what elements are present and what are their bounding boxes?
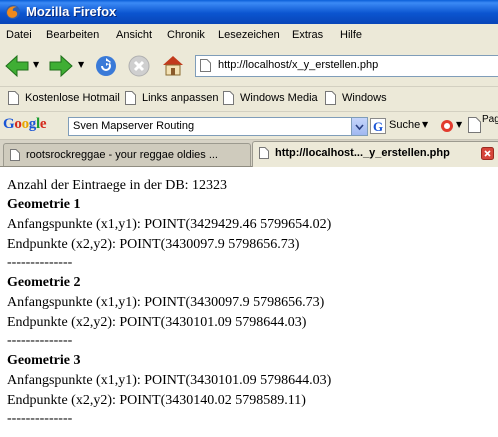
separator-text: -------------- <box>7 411 73 426</box>
chevron-down-icon[interactable] <box>351 118 367 135</box>
window-title: Mozilla Firefox <box>26 4 117 19</box>
page-icon <box>259 147 269 159</box>
menu-bookmarks[interactable]: Lesezeichen <box>218 29 280 41</box>
tab-bar: rootsrockreggae - your reggae oldies ...… <box>0 140 498 167</box>
geometry-end-point: Endpunkte (x2,y2): POINT(3430097.9 57986… <box>7 237 300 252</box>
svg-text:G: G <box>373 119 383 134</box>
separator-text: -------------- <box>7 255 73 270</box>
navigation-toolbar: ▼ ▼ <box>0 46 498 87</box>
geometry-start-point: Anfangspunkte (x1,y1): POINT(3429429.46 … <box>7 217 332 232</box>
bookmark-links-anpassen[interactable]: Links anpassen <box>125 91 219 107</box>
page-icon <box>223 91 234 105</box>
firefox-icon <box>6 5 20 19</box>
google-logo-letter: g <box>28 116 37 132</box>
geometry-start-point: Anfangspunkte (x1,y1): POINT(3430097.9 5… <box>7 295 325 310</box>
geometry-end-point: Endpunkte (x2,y2): POINT(3430101.09 5798… <box>7 315 307 330</box>
google-search-g-icon[interactable]: G <box>370 118 386 134</box>
reload-button[interactable] <box>94 54 118 78</box>
menu-view[interactable]: Ansicht <box>116 29 152 41</box>
bookmark-label: Windows <box>342 92 387 104</box>
google-toolbar: Google Sven Mapserver Routing G Suche ▼ … <box>0 112 498 140</box>
back-history-dropdown-icon[interactable]: ▼ <box>33 60 39 69</box>
stop-button[interactable] <box>127 54 151 78</box>
google-logo[interactable]: Google <box>3 116 47 133</box>
page-icon <box>10 149 20 161</box>
google-search-button[interactable]: Suche <box>389 119 420 131</box>
tab-rootsrockreggae[interactable]: rootsrockreggae - your reggae oldies ... <box>3 143 251 166</box>
bookmark-windows-media[interactable]: Windows Media <box>223 91 321 107</box>
page-icon <box>200 59 211 72</box>
google-search-field[interactable]: Sven Mapserver Routing <box>68 117 368 136</box>
page-content: Anzahl der Eintraege in der DB: 12323 Ge… <box>0 167 498 437</box>
bookmark-label: Kostenlose Hotmail <box>25 92 120 104</box>
menu-file[interactable]: Datei <box>6 29 32 41</box>
tab-x-y-erstellen[interactable]: http://localhost..._y_erstellen.php <box>252 141 498 167</box>
geometry-heading: Geometrie 1 <box>7 197 81 212</box>
google-logo-letter: o <box>14 116 22 132</box>
menu-bar: Datei Bearbeiten Ansicht Chronik Lesezei… <box>0 24 498 47</box>
close-tab-icon[interactable] <box>481 147 494 160</box>
page-icon <box>325 91 336 105</box>
page-icon <box>8 91 19 105</box>
forward-button[interactable] <box>48 54 74 78</box>
geometry-heading: Geometrie 3 <box>7 353 81 368</box>
address-bar[interactable] <box>195 55 498 77</box>
menu-edit[interactable]: Bearbeiten <box>46 29 99 41</box>
geometry-end-point: Endpunkte (x2,y2): POINT(3430140.02 5798… <box>7 393 306 408</box>
home-button[interactable] <box>160 53 186 77</box>
separator-text: -------------- <box>7 333 73 348</box>
geometry-heading: Geometrie 2 <box>7 275 81 290</box>
menu-tools[interactable]: Extras <box>292 29 323 41</box>
chevron-down-icon[interactable]: ▼ <box>456 120 462 129</box>
page-icon <box>125 91 136 105</box>
google-logo-letter: e <box>39 116 47 132</box>
menu-history[interactable]: Chronik <box>167 29 205 41</box>
back-button[interactable] <box>4 54 30 78</box>
tab-title: http://localhost..._y_erstellen.php <box>275 147 450 159</box>
title-bar[interactable]: Mozilla Firefox <box>0 0 498 24</box>
tab-title: rootsrockreggae - your reggae oldies ... <box>26 149 218 161</box>
bookmarks-toolbar: Kostenlose Hotmail Links anpassen Window… <box>0 87 498 112</box>
bookmark-windows[interactable]: Windows <box>325 91 395 107</box>
google-search-query: Sven Mapserver Routing <box>73 120 195 132</box>
menu-help[interactable]: Hilfe <box>340 29 362 41</box>
entry-count-text: Anzahl der Eintraege in der DB: 12323 <box>7 178 228 193</box>
pagerank-icon[interactable] <box>440 119 454 133</box>
bookmark-label: Windows Media <box>240 92 318 104</box>
more-buttons-label[interactable]: Pag <box>482 114 498 125</box>
google-logo-letter: o <box>21 116 30 132</box>
chevron-down-icon[interactable]: ▼ <box>422 120 428 129</box>
google-logo-letter: G <box>3 116 15 132</box>
geometry-start-point: Anfangspunkte (x1,y1): POINT(3430101.09 … <box>7 373 332 388</box>
bookmark-hotmail[interactable]: Kostenlose Hotmail <box>8 91 120 107</box>
url-input[interactable] <box>218 58 488 72</box>
bookmark-label: Links anpassen <box>142 92 219 104</box>
forward-history-dropdown-icon[interactable]: ▼ <box>78 60 84 69</box>
page-info-icon[interactable] <box>468 117 481 133</box>
